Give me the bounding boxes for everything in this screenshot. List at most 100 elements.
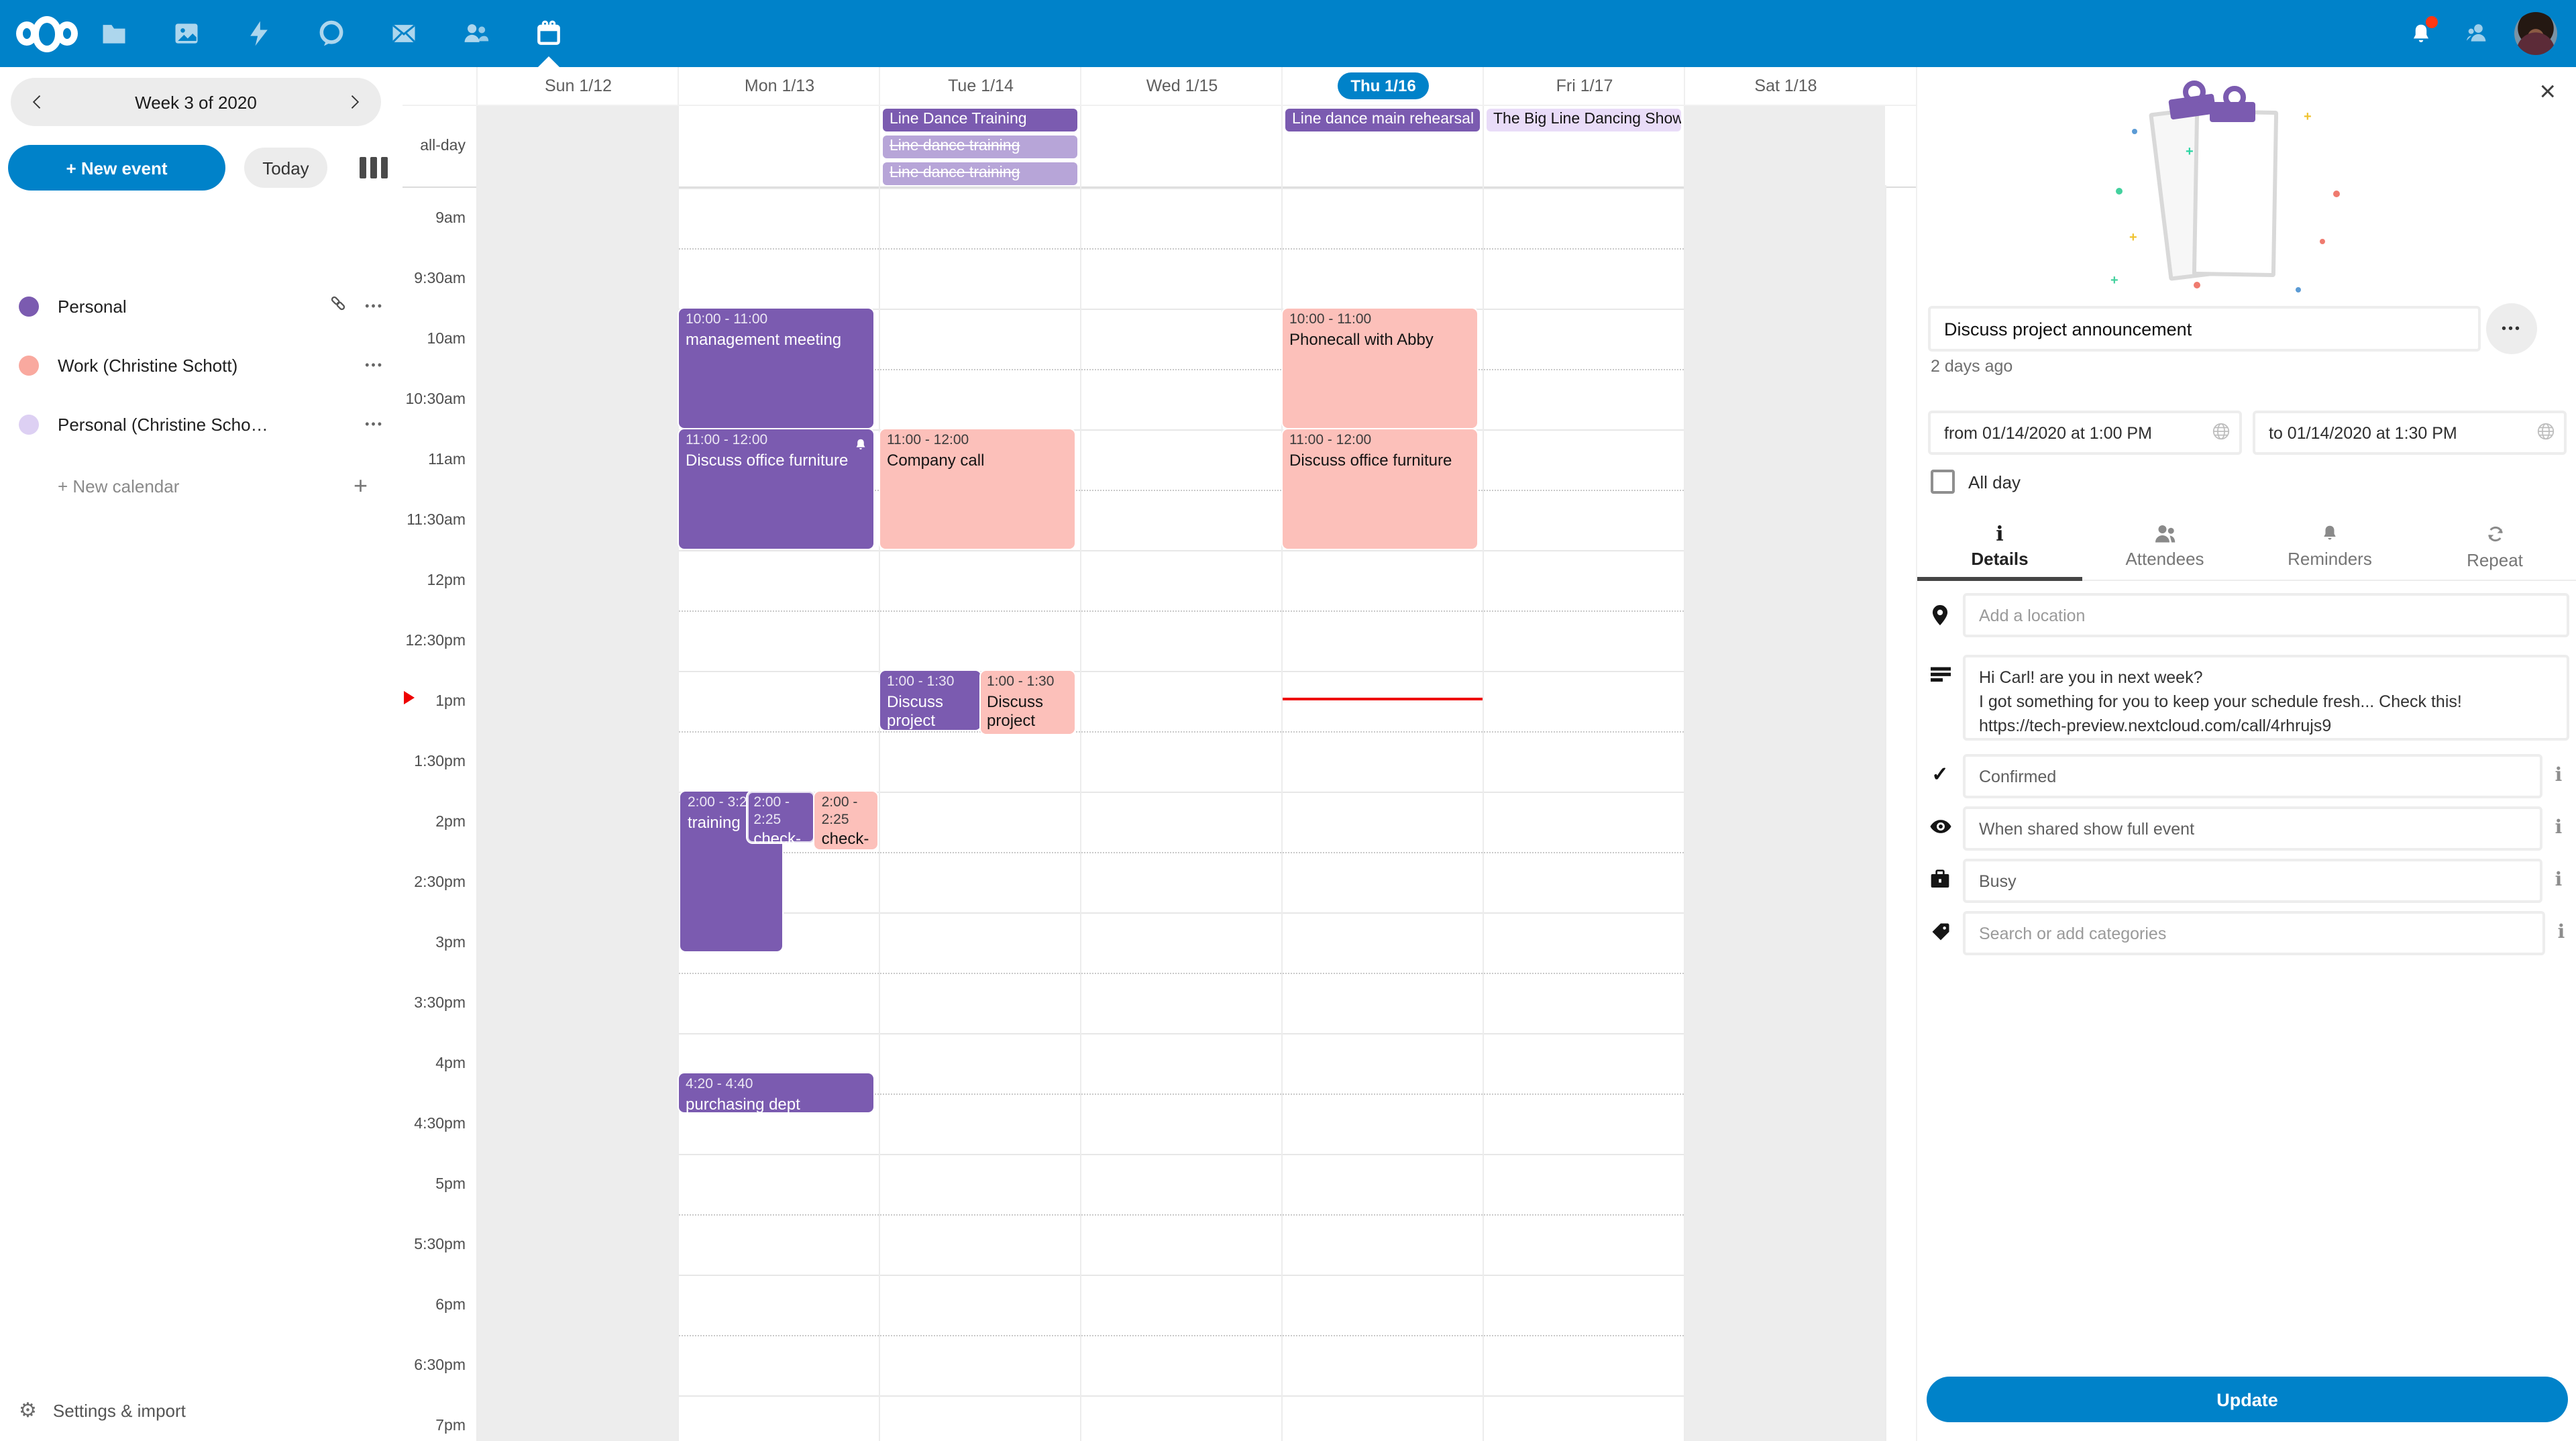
photos-app-icon[interactable] bbox=[150, 0, 223, 67]
talk-app-icon[interactable] bbox=[295, 0, 368, 67]
more-options-icon[interactable]: ••• bbox=[365, 417, 384, 431]
timezone-globe-icon[interactable] bbox=[2211, 421, 2231, 448]
plus-icon[interactable]: + bbox=[354, 472, 368, 500]
all-day-event[interactable]: Line dance training bbox=[883, 162, 1077, 185]
categories-tag-icon bbox=[1917, 911, 1963, 942]
update-button[interactable]: Update bbox=[1927, 1377, 2568, 1422]
all-day-checkbox[interactable] bbox=[1931, 470, 1955, 494]
nextcloud-logo-icon[interactable] bbox=[16, 0, 78, 67]
event-menu-button[interactable]: ••• bbox=[2486, 303, 2537, 354]
day-header-0[interactable]: Sun 1/12 bbox=[476, 67, 679, 105]
location-input[interactable]: Add a location bbox=[1963, 593, 2569, 637]
info-icon[interactable]: i bbox=[2542, 859, 2575, 891]
calendar-event[interactable]: 4:20 - 4:40purchasing dept bbox=[679, 1073, 873, 1112]
new-event-button[interactable]: + New event bbox=[8, 145, 225, 191]
start-datetime-field[interactable] bbox=[1928, 411, 2242, 455]
all-day-row: all-dayLine Dance TrainingLine dance tra… bbox=[402, 105, 1920, 188]
calendar-event[interactable]: 11:00 - 12:00Company call bbox=[880, 429, 1074, 549]
status-check-icon: ✓ bbox=[1917, 754, 1963, 786]
day-column-0[interactable] bbox=[476, 185, 678, 1441]
start-datetime-input[interactable] bbox=[1941, 413, 2204, 452]
tab-details[interactable]: i Details bbox=[1917, 513, 2082, 580]
activity-app-icon[interactable] bbox=[223, 0, 295, 67]
day-header-1[interactable]: Mon 1/13 bbox=[678, 67, 880, 105]
day-header-4[interactable]: Thu 1/16 bbox=[1281, 67, 1484, 105]
end-datetime-input[interactable] bbox=[2266, 413, 2529, 452]
day-column-2[interactable]: 11:00 - 12:00Company call 1:00 - 1:30Disc… bbox=[879, 185, 1080, 1441]
calendar-event[interactable]: 10:00 - 11:00management meeting bbox=[679, 309, 873, 428]
calendar-event[interactable]: 1:00 - 1:30Discuss project announcement bbox=[880, 671, 980, 730]
info-icon[interactable]: i bbox=[2542, 806, 2575, 839]
calendar-app-icon[interactable] bbox=[513, 0, 585, 67]
categories-input[interactable]: Search or add categories bbox=[1963, 911, 2545, 955]
confetti: + bbox=[2129, 231, 2137, 246]
calendar-event[interactable]: 11:00 - 12:00Discuss office furniture bbox=[679, 429, 873, 549]
calendar-event[interactable]: 10:00 - 11:00Phonecall with Abby bbox=[1283, 309, 1477, 428]
all-day-cell-5: The Big Line Dancing Show bbox=[1483, 106, 1684, 186]
location-pin-icon bbox=[1917, 593, 1963, 627]
time-label: 10:30am bbox=[402, 369, 466, 429]
day-column-3[interactable] bbox=[1080, 185, 1281, 1441]
tab-repeat[interactable]: Repeat bbox=[2412, 513, 2576, 580]
all-day-event[interactable]: The Big Line Dancing Show bbox=[1487, 109, 1681, 131]
all-day-event[interactable]: Line Dance Training bbox=[883, 109, 1077, 131]
user-avatar[interactable] bbox=[2514, 12, 2557, 55]
new-calendar-label[interactable]: + New calendar bbox=[58, 476, 354, 496]
week-label[interactable]: Week 3 of 2020 bbox=[64, 92, 327, 112]
day-header-2[interactable]: Tue 1/14 bbox=[879, 67, 1081, 105]
calendar-event[interactable]: 2:00 - 2:25check-in bbox=[815, 792, 877, 849]
mail-app-icon[interactable] bbox=[368, 0, 440, 67]
tab-label: Reminders bbox=[2288, 549, 2372, 569]
today-button[interactable]: Today bbox=[244, 148, 327, 188]
calendar-item-actions: ••• bbox=[327, 292, 384, 320]
share-link-icon[interactable] bbox=[327, 292, 349, 320]
info-icon[interactable]: i bbox=[2545, 911, 2576, 943]
next-week-button[interactable] bbox=[327, 78, 381, 126]
calendar-event[interactable]: 1:00 - 1:30Discuss project bbox=[980, 671, 1074, 734]
all-day-cell-4: Line dance main rehearsal bbox=[1281, 106, 1483, 186]
notifications-bell-icon[interactable] bbox=[2402, 15, 2439, 52]
calendar-event[interactable]: 11:00 - 12:00Discuss office furniture bbox=[1283, 429, 1477, 549]
all-day-event[interactable]: Line dance main rehearsal bbox=[1285, 109, 1480, 131]
close-icon[interactable]: × bbox=[2539, 78, 2556, 106]
settings-import[interactable]: ⚙ Settings & import bbox=[0, 1398, 402, 1422]
day-header-3[interactable]: Wed 1/15 bbox=[1080, 67, 1283, 105]
all-day-event[interactable]: Line dance training bbox=[883, 136, 1077, 158]
event-time: 10:00 - 11:00 bbox=[686, 311, 866, 328]
tab-attendees[interactable]: Attendees bbox=[2082, 513, 2247, 580]
day-header-label: Thu 1/16 bbox=[1337, 72, 1429, 99]
visibility-select[interactable]: When shared show full event bbox=[1963, 806, 2542, 851]
event-title-input[interactable] bbox=[1928, 306, 2481, 352]
calendar-event[interactable]: 2:00 - 2:25check-in bbox=[747, 792, 814, 843]
more-options-icon[interactable]: ••• bbox=[365, 358, 384, 372]
day-column-6[interactable] bbox=[1684, 185, 1885, 1441]
status-select[interactable]: Confirmed bbox=[1963, 754, 2542, 798]
timezone-globe-icon[interactable] bbox=[2536, 421, 2556, 448]
last-modified-label: 2 days ago bbox=[1931, 357, 2012, 376]
day-header-5[interactable]: Fri 1/17 bbox=[1483, 67, 1685, 105]
week-view-toggle[interactable] bbox=[360, 157, 388, 178]
day-header-6[interactable]: Sat 1/18 bbox=[1684, 67, 1886, 105]
busy-select[interactable]: Busy bbox=[1963, 859, 2542, 903]
calendar-list-item-1[interactable]: Work (Christine Schott)••• bbox=[0, 335, 402, 394]
event-time: 1:00 - 1:30 bbox=[987, 674, 1067, 690]
tab-reminders[interactable]: Reminders bbox=[2247, 513, 2412, 580]
calendar-list-item-2[interactable]: Personal (Christine Scho… ••• bbox=[0, 394, 402, 453]
end-datetime-field[interactable] bbox=[2253, 411, 2567, 455]
day-header-label: Mon 1/13 bbox=[745, 76, 814, 95]
description-textarea[interactable]: Hi Carl! are you in next week? I got som… bbox=[1963, 655, 2569, 741]
day-column-1[interactable]: 10:00 - 11:00management meeting11:00 - 1… bbox=[678, 185, 879, 1441]
new-calendar-row[interactable]: + New calendar + bbox=[0, 456, 402, 515]
files-app-icon[interactable] bbox=[78, 0, 150, 67]
day-column-5[interactable] bbox=[1483, 185, 1684, 1441]
calendar-list-item-0[interactable]: Personal••• bbox=[0, 276, 402, 335]
time-label: 5pm bbox=[402, 1154, 466, 1214]
info-icon[interactable]: i bbox=[2542, 754, 2575, 786]
contacts-menu-icon[interactable] bbox=[2458, 15, 2496, 52]
day-column-4[interactable]: 10:00 - 11:00Phonecall with Abby11:00 - … bbox=[1281, 185, 1483, 1441]
more-options-icon[interactable]: ••• bbox=[365, 299, 384, 313]
calendar-name: Personal (Christine Scho… bbox=[58, 414, 317, 434]
previous-week-button[interactable] bbox=[11, 78, 64, 126]
contacts-app-icon[interactable] bbox=[440, 0, 513, 67]
time-grid: 9am9:30am10am10:30am11am11:30am12pm12:30… bbox=[402, 185, 1920, 1441]
